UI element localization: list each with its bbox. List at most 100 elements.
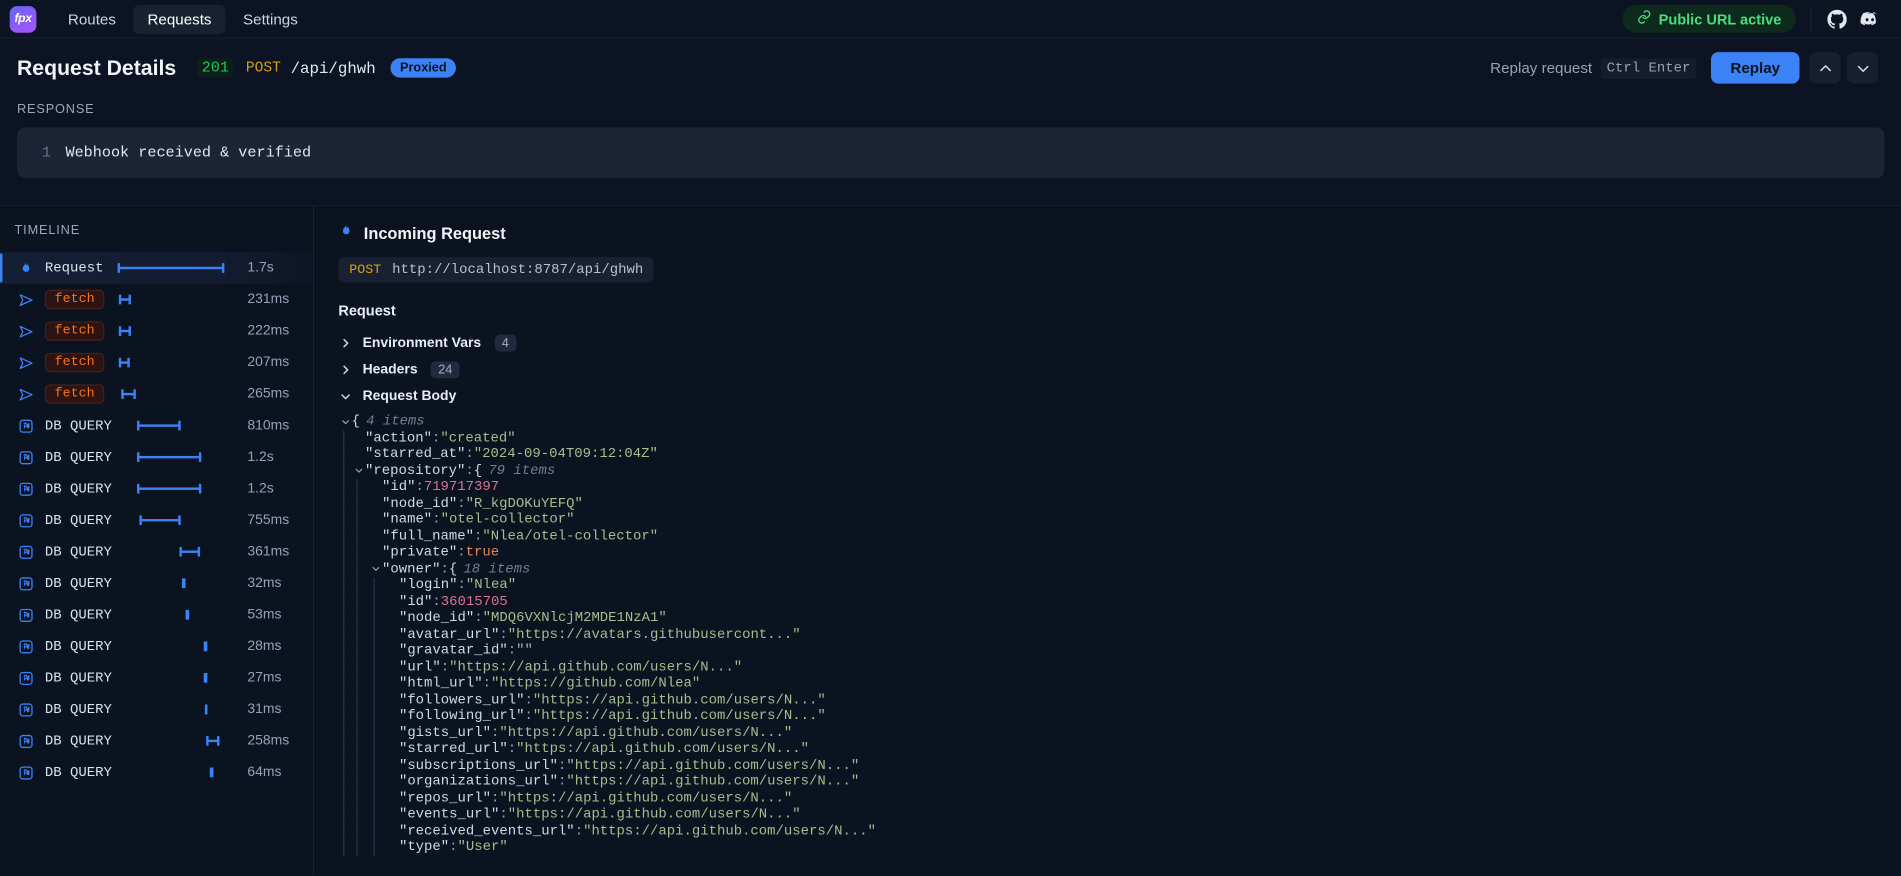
timeline-row[interactable]: fetch 222ms bbox=[0, 315, 313, 347]
json-value: "created" bbox=[440, 429, 516, 446]
timeline-row[interactable]: DB QUERY 28ms bbox=[0, 631, 313, 663]
nav-tab-settings[interactable]: Settings bbox=[228, 4, 312, 33]
timeline-duration-bar bbox=[203, 672, 209, 683]
json-key: "repository" bbox=[364, 462, 466, 479]
json-key: "events_url" bbox=[398, 806, 500, 823]
json-indent-guide bbox=[369, 708, 386, 724]
collapsible-section-headers[interactable]: Headers 24 bbox=[338, 357, 1882, 384]
json-indent-guide bbox=[338, 609, 351, 626]
json-spacer bbox=[386, 708, 399, 724]
json-spacer bbox=[386, 823, 399, 839]
fpx-logo[interactable]: fpx bbox=[9, 5, 37, 33]
json-indent-guide bbox=[338, 806, 351, 823]
timeline-row[interactable]: DB QUERY 810ms bbox=[0, 410, 313, 442]
json-key: "starred_at" bbox=[364, 446, 466, 463]
chevron-down-icon bbox=[338, 390, 353, 402]
json-brace: { bbox=[351, 413, 361, 430]
timeline-row-label: DB QUERY bbox=[44, 449, 112, 466]
discord-icon[interactable] bbox=[1859, 8, 1880, 29]
timeline-row[interactable]: fetch 231ms bbox=[0, 284, 313, 316]
timeline-row[interactable]: DB QUERY 64ms bbox=[0, 757, 313, 789]
timeline-row[interactable]: DB QUERY 1.2s bbox=[0, 473, 313, 505]
timeline-row-label: DB QUERY bbox=[44, 669, 112, 686]
previous-request-button[interactable] bbox=[1809, 52, 1841, 84]
json-indent-guide bbox=[338, 724, 351, 741]
json-indent-guide bbox=[338, 446, 351, 463]
json-colon: : bbox=[574, 822, 584, 839]
json-indent-guide bbox=[352, 511, 369, 528]
timeline-row[interactable]: DB QUERY 258ms bbox=[0, 725, 313, 757]
request-url-pill[interactable]: POST http://localhost:8787/api/ghwh bbox=[338, 257, 655, 283]
replay-shortcut-hint: Replay request Ctrl Enter bbox=[1490, 57, 1697, 79]
detail-collapsible-sections: Environment Vars 4 Headers 24 Request Body bbox=[338, 330, 1882, 410]
json-indent-guide bbox=[369, 757, 386, 774]
timeline-row[interactable]: DB QUERY 755ms bbox=[0, 504, 313, 536]
timeline-duration-label: 1.7s bbox=[247, 260, 274, 276]
db-icon bbox=[16, 575, 35, 591]
collapsible-section-environment-vars[interactable]: Environment Vars 4 bbox=[338, 330, 1882, 357]
json-colon: : bbox=[499, 626, 508, 643]
json-collapse-toggle[interactable] bbox=[369, 564, 382, 574]
timeline-duration-label: 28ms bbox=[247, 639, 282, 654]
timeline-duration-bar bbox=[205, 704, 208, 715]
timeline-duration-label: 361ms bbox=[247, 544, 290, 560]
json-colon: : bbox=[491, 790, 500, 806]
timeline-row-label: DB QUERY bbox=[44, 543, 112, 560]
json-indent-guide bbox=[369, 642, 386, 659]
json-indent-guide bbox=[369, 609, 386, 626]
timeline-row[interactable]: DB QUERY 32ms bbox=[0, 567, 313, 599]
json-row: "full_name": "Nlea/otel-collector" bbox=[338, 528, 1882, 544]
json-indent-guide bbox=[338, 478, 351, 495]
json-key: "html_url" bbox=[398, 675, 483, 692]
db-icon bbox=[16, 607, 35, 623]
timeline-row[interactable]: DB QUERY 27ms bbox=[0, 662, 313, 694]
json-indent-guide bbox=[338, 429, 351, 446]
line-number: 1 bbox=[41, 144, 51, 162]
json-spacer bbox=[352, 430, 365, 446]
timeline-row[interactable]: fetch 207ms bbox=[0, 347, 313, 379]
json-row: "id":719717397 bbox=[338, 478, 1882, 495]
collapsible-section-request-body[interactable]: Request Body bbox=[338, 383, 1882, 410]
timeline-row-label: DB QUERY bbox=[44, 733, 112, 749]
json-indent-guide bbox=[338, 659, 351, 675]
json-indent-guide bbox=[369, 593, 386, 610]
json-spacer bbox=[386, 757, 399, 773]
timeline-row[interactable]: DB QUERY 31ms bbox=[0, 694, 313, 726]
json-colon: : bbox=[440, 560, 449, 577]
json-collapse-toggle[interactable] bbox=[352, 466, 365, 476]
nav-tab-requests[interactable]: Requests bbox=[132, 4, 227, 34]
json-indent-guide bbox=[338, 691, 351, 708]
timeline-rows: Request 1.7s fetch 231ms fetch 222ms fetch 207m… bbox=[0, 252, 313, 788]
send-icon bbox=[16, 323, 35, 339]
json-row: "login": "Nlea" bbox=[338, 577, 1882, 593]
json-row: "type": "User" bbox=[338, 839, 1882, 855]
timeline-row[interactable]: DB QUERY 1.2s bbox=[0, 441, 313, 473]
nav-tab-routes[interactable]: Routes bbox=[53, 4, 130, 33]
json-colon: : bbox=[431, 429, 441, 446]
page-title: Request Details bbox=[16, 55, 177, 80]
json-value: 36015705 bbox=[440, 593, 508, 610]
response-code-block[interactable]: 1 Webhook received & verified bbox=[16, 127, 1885, 179]
json-collapse-toggle[interactable] bbox=[338, 417, 351, 427]
json-value: "https://api.github.com/users/N..." bbox=[499, 790, 793, 806]
timeline-row[interactable]: DB QUERY 361ms bbox=[0, 536, 313, 568]
public-url-status-badge[interactable]: Public URL active bbox=[1622, 4, 1796, 33]
timeline-row[interactable]: DB QUERY 53ms bbox=[0, 599, 313, 631]
json-row: "html_url": "https://github.com/Nlea" bbox=[338, 675, 1882, 692]
json-indent-guide bbox=[369, 740, 386, 757]
timeline-track bbox=[124, 449, 238, 466]
json-key: "full_name" bbox=[381, 528, 475, 544]
github-icon[interactable] bbox=[1826, 8, 1847, 29]
timeline-duration-label: 207ms bbox=[247, 355, 290, 370]
json-spacer bbox=[386, 659, 399, 675]
timeline-row[interactable]: Request 1.7s bbox=[0, 252, 313, 284]
next-request-button[interactable] bbox=[1846, 52, 1879, 84]
json-indent-guide bbox=[338, 528, 351, 544]
json-indent-guide bbox=[352, 691, 369, 708]
timeline-duration-bar bbox=[185, 609, 189, 620]
json-colon: : bbox=[507, 642, 517, 659]
json-spacer bbox=[369, 479, 382, 495]
replay-button[interactable]: Replay bbox=[1710, 52, 1800, 84]
timeline-row-label: DB QUERY bbox=[44, 638, 112, 655]
timeline-row[interactable]: fetch 265ms bbox=[0, 378, 313, 410]
